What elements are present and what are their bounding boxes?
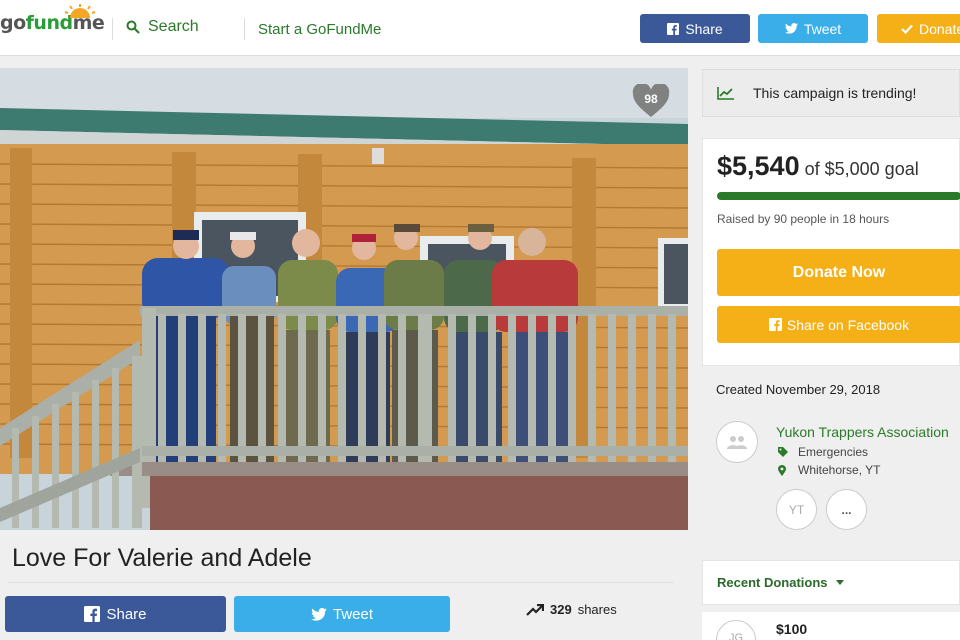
organizer-name-link[interactable]: Yukon Trappers Association	[776, 424, 949, 440]
header-divider	[244, 18, 245, 40]
beneficiary-avatar[interactable]: YT	[776, 489, 817, 530]
tweet-button[interactable]: Tweet	[234, 596, 450, 632]
more-button[interactable]: ...	[826, 489, 867, 530]
header-divider	[112, 18, 113, 40]
shares-count: 329 shares	[526, 602, 617, 617]
created-date: Created November 29, 2018	[716, 382, 881, 397]
trending-icon	[526, 603, 544, 616]
donation-item: JG $100	[702, 612, 960, 640]
share-on-facebook-label: Share on Facebook	[786, 316, 910, 333]
divider	[8, 582, 674, 583]
facebook-icon	[768, 318, 782, 331]
header-donate-label: Donate	[919, 20, 960, 37]
donor-avatar: JG	[716, 620, 756, 640]
chevron-down-icon	[835, 580, 844, 585]
logo-go: go	[0, 12, 26, 34]
facebook-icon	[84, 606, 101, 622]
share-button[interactable]: Share	[5, 596, 226, 632]
header-share-button[interactable]: Share	[640, 14, 750, 43]
category[interactable]: Emergencies	[778, 445, 868, 459]
trending-banner: This campaign is trending!	[702, 69, 960, 117]
recent-donations-dropdown[interactable]: Recent Donations	[702, 560, 960, 605]
start-gofundme-link[interactable]: Start a GoFundMe	[258, 21, 381, 38]
search-icon	[126, 20, 140, 34]
campaign-photo	[0, 68, 688, 530]
raised-amount: $5,540 of $5,000 goal	[717, 151, 919, 182]
goal-text: of $5,000 goal	[804, 159, 919, 179]
header-tweet-label: Tweet	[803, 20, 842, 37]
tag-icon	[778, 447, 788, 457]
category-label: Emergencies	[798, 445, 869, 459]
top-header: gofundme Search Start a GoFundMe Share T…	[0, 0, 960, 56]
campaign-title: Love For Valerie and Adele	[12, 544, 312, 572]
header-share-label: Share	[685, 20, 723, 37]
twitter-icon	[784, 23, 798, 34]
gofundme-logo[interactable]: gofundme	[0, 4, 105, 34]
donation-amount: $100	[776, 621, 808, 637]
search-label: Search	[148, 18, 199, 35]
twitter-icon	[311, 607, 327, 621]
check-icon	[901, 24, 913, 34]
donation-card: $5,540 of $5,000 goal Raised by 90 peopl…	[702, 138, 960, 366]
shares-number: 329	[550, 602, 572, 617]
raised-by-text: Raised by 90 people in 18 hours	[717, 212, 890, 226]
share-label: Share	[106, 605, 147, 623]
progress-bar	[717, 192, 960, 200]
search-link[interactable]: Search	[126, 18, 199, 36]
people-icon	[727, 436, 747, 449]
location-pin-icon	[778, 464, 786, 476]
facebook-icon	[667, 22, 680, 35]
header-donate-button[interactable]: Donate	[877, 14, 960, 43]
shares-suffix: shares	[577, 602, 617, 617]
trending-icon	[717, 87, 734, 100]
raised-value: $5,540	[717, 151, 800, 181]
organizer-avatar[interactable]	[716, 421, 758, 463]
tweet-label: Tweet	[332, 605, 374, 623]
recent-donations-label: Recent Donations	[717, 575, 828, 590]
campaign-photo-illustration	[0, 68, 688, 530]
header-tweet-button[interactable]: Tweet	[758, 14, 868, 43]
share-on-facebook-button[interactable]: Share on Facebook	[717, 306, 960, 343]
sun-logo-icon	[64, 4, 96, 18]
trending-text: This campaign is trending!	[753, 85, 917, 101]
location-label: Whitehorse, YT	[798, 463, 881, 477]
heart-count: 98	[644, 92, 658, 106]
location: Whitehorse, YT	[778, 463, 880, 477]
donate-now-button[interactable]: Donate Now	[717, 249, 960, 296]
